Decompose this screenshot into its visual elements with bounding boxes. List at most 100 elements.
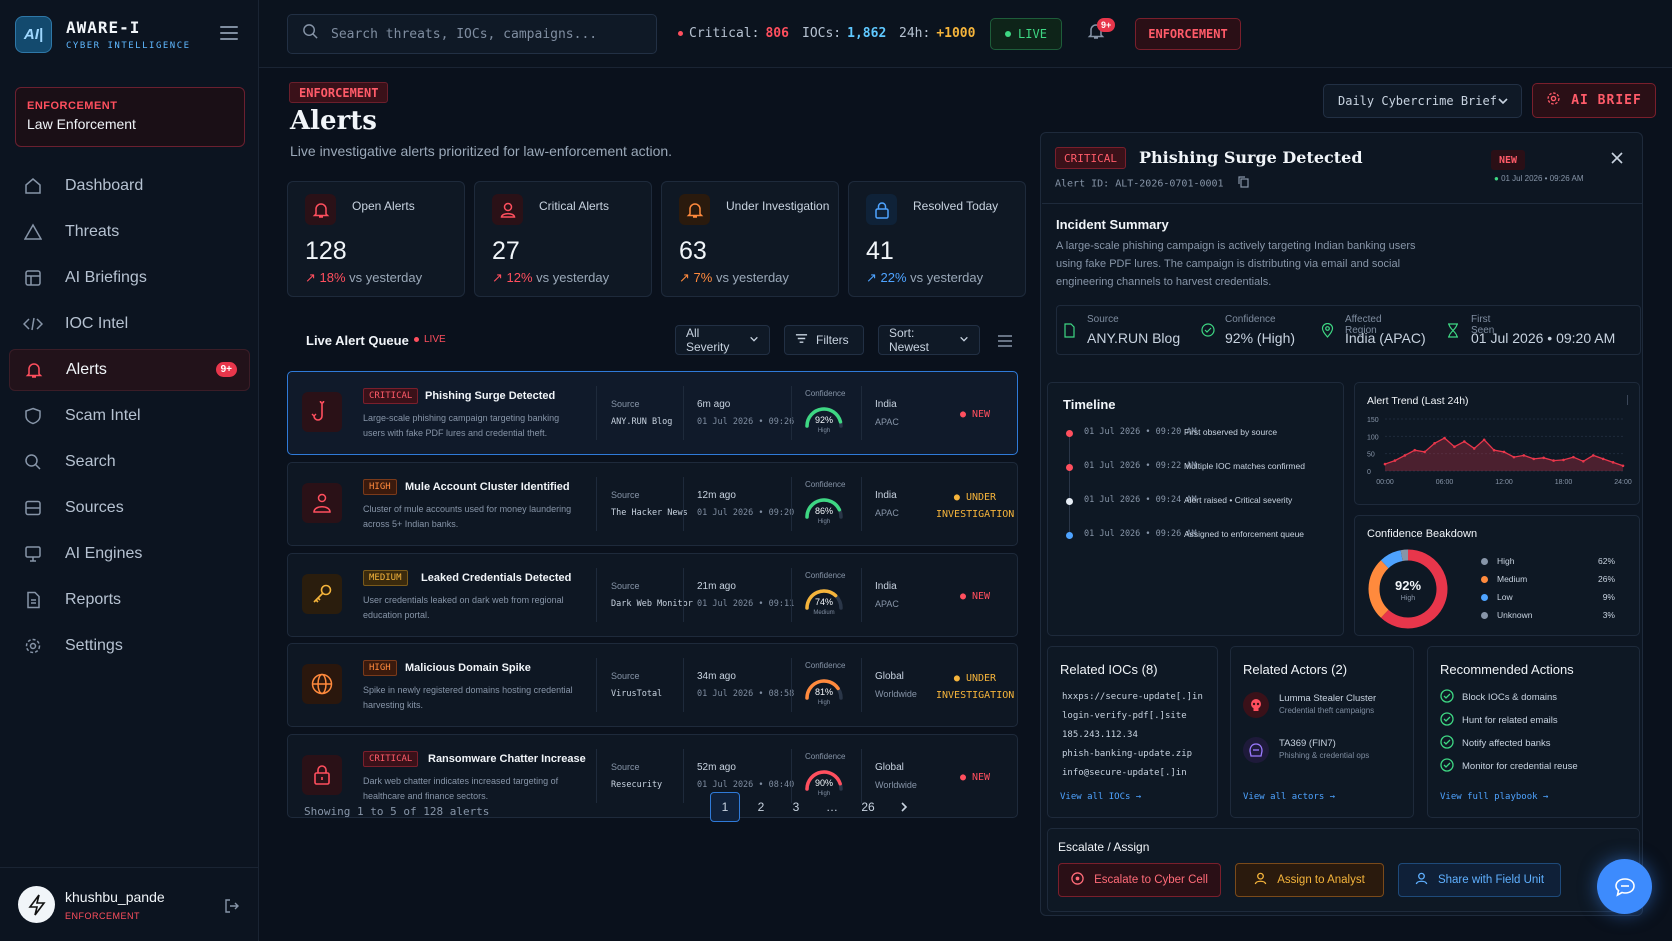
ioc-item[interactable]: hxxps://secure-update[.]in bbox=[1062, 692, 1203, 702]
user-profile[interactable]: khushbu_pande ENFORCEMENT bbox=[0, 867, 259, 941]
ai-brief-button[interactable]: AI BRIEF bbox=[1532, 83, 1656, 118]
search-input[interactable] bbox=[331, 26, 631, 42]
close-icon[interactable] bbox=[1609, 150, 1629, 170]
view-all-actors-link[interactable]: View all actors → bbox=[1243, 792, 1335, 802]
filters-button[interactable]: Filters bbox=[784, 325, 864, 355]
actor-item[interactable]: Lumma Stealer Cluster Credential theft c… bbox=[1243, 689, 1413, 727]
view-all-iocs-link[interactable]: View all IOCs → bbox=[1060, 792, 1141, 802]
recommended-action[interactable]: Hunt for related emails bbox=[1440, 712, 1558, 729]
hamburger-menu-icon[interactable] bbox=[220, 26, 238, 40]
brand[interactable]: AI| AWARE-I CYBER INTELLIGENCE bbox=[15, 16, 191, 53]
sidebar-item-dashboard[interactable]: Dashboard bbox=[9, 165, 250, 207]
alert-row[interactable]: MEDIUM Leaked Credentials Detected User … bbox=[287, 553, 1018, 637]
severity-filter-select[interactable]: All Severity bbox=[675, 325, 770, 355]
kpi-under-investigation[interactable]: Under Investigation 63 ↗ 7% vs yesterday bbox=[661, 181, 839, 297]
trend-point bbox=[1443, 436, 1446, 440]
logout-icon[interactable] bbox=[224, 898, 240, 919]
time-ago: 21m ago bbox=[697, 581, 736, 592]
search-bar[interactable] bbox=[287, 14, 657, 54]
meta-value: 01 Jul 2026 • 09:20 AM bbox=[1471, 330, 1616, 346]
recommended-action[interactable]: Notify affected banks bbox=[1440, 735, 1551, 752]
sidebar-item-settings[interactable]: Settings bbox=[9, 625, 250, 667]
source-label: Source bbox=[611, 762, 640, 772]
user-icon bbox=[1254, 872, 1267, 888]
sidebar-item-reports[interactable]: Reports bbox=[9, 579, 250, 621]
kpi-resolved-today[interactable]: Resolved Today 41 ↗ 22% vs yesterday bbox=[848, 181, 1026, 297]
region: India bbox=[875, 399, 897, 410]
source-label: Source bbox=[611, 490, 640, 500]
live-indicator[interactable]: LIVE bbox=[990, 18, 1062, 50]
divider bbox=[596, 749, 597, 803]
alert-row[interactable]: HIGH Mule Account Cluster Identified Clu… bbox=[287, 462, 1018, 546]
actor-item[interactable]: TA369 (FIN7) Phishing & credential ops bbox=[1243, 734, 1413, 772]
chevron-down-icon bbox=[959, 333, 969, 347]
lock-icon bbox=[866, 194, 897, 225]
sidebar-item-label: IOC Intel bbox=[65, 315, 129, 332]
users-icon bbox=[302, 483, 342, 523]
kpi-open-alerts[interactable]: Open Alerts 128 ↗ 18% vs yesterday bbox=[287, 181, 465, 297]
bell-icon bbox=[679, 194, 710, 225]
donut-slice bbox=[1380, 550, 1404, 569]
sidebar-item-threats[interactable]: Threats bbox=[9, 211, 250, 253]
ioc-item[interactable]: info@secure-update[.]in bbox=[1062, 768, 1187, 778]
sidebar-item-search[interactable]: Search bbox=[9, 441, 250, 483]
confidence-breakdown-card: Confidence Beakdown 92% High High 62% Medi… bbox=[1354, 515, 1640, 636]
sidebar-item-scam-intel[interactable]: Scam Intel bbox=[9, 395, 250, 437]
share-with-field-unit-button[interactable]: Share with Field Unit bbox=[1398, 863, 1561, 897]
kpi-delta: ↗ 12% vs yesterday bbox=[492, 270, 610, 285]
list-view-icon[interactable] bbox=[998, 334, 1012, 352]
sidebar-item-ai-engines[interactable]: AI Engines bbox=[9, 533, 250, 575]
brief-select[interactable]: Daily Cybercrime Brief bbox=[1323, 84, 1522, 118]
page-button-2[interactable]: 2 bbox=[746, 792, 776, 822]
trend-point bbox=[1403, 454, 1407, 457]
legend-item: Medium 26% bbox=[1481, 574, 1615, 584]
page-button-1[interactable]: 1 bbox=[710, 792, 740, 822]
page-button-3[interactable]: 3 bbox=[781, 792, 811, 822]
page-button-26[interactable]: 26 bbox=[853, 792, 883, 822]
assign-to-analyst-button[interactable]: Assign to Analyst bbox=[1235, 863, 1384, 897]
avatar bbox=[18, 886, 55, 923]
sidebar-nav: Dashboard Threats AI Briefings IOC Intel… bbox=[9, 165, 250, 671]
kpi-delta-pct: 12% bbox=[506, 270, 533, 285]
recommended-action[interactable]: Block IOCs & domains bbox=[1440, 689, 1557, 706]
alert-row[interactable]: CRITICAL Phishing Surge Detected Large-s… bbox=[287, 371, 1018, 455]
legend-label: Medium bbox=[1497, 574, 1528, 584]
trend-point bbox=[1393, 459, 1397, 462]
chat-icon[interactable] bbox=[1597, 859, 1652, 914]
trend-point bbox=[1492, 448, 1496, 452]
divider bbox=[791, 477, 792, 531]
recommended-action[interactable]: Monitor for credential reuse bbox=[1440, 758, 1578, 775]
kpi-critical-alerts[interactable]: Critical Alerts 27 ↗ 12% vs yesterday bbox=[474, 181, 652, 297]
role-card[interactable]: ENFORCEMENT Law Enforcement bbox=[15, 87, 245, 147]
trend-point bbox=[1472, 447, 1476, 450]
y-tick-label: 50 bbox=[1367, 452, 1375, 459]
check-circle-icon bbox=[1201, 323, 1215, 342]
related-iocs-title: Related IOCs (8) bbox=[1060, 662, 1158, 677]
sidebar-item-ai-briefings[interactable]: AI Briefings bbox=[9, 257, 250, 299]
severity-badge: MEDIUM bbox=[363, 570, 408, 586]
escalate-card: Escalate / Assign Escalate to Cyber Cell… bbox=[1047, 828, 1640, 912]
incident-summary-title: Incident Summary bbox=[1056, 217, 1169, 232]
sort-select[interactable]: Sort: Newest bbox=[878, 325, 980, 355]
timeline-date: 01 Jul 2026 • 09:26 AM bbox=[1084, 529, 1197, 539]
status-badge: ● NEW bbox=[936, 769, 1014, 786]
sidebar-item-sources[interactable]: Sources bbox=[9, 487, 250, 529]
kpi-value: 63 bbox=[679, 237, 707, 265]
alert-row[interactable]: HIGH Malicious Domain Spike Spike in new… bbox=[287, 643, 1018, 727]
enforcement-button[interactable]: ENFORCEMENT bbox=[1135, 18, 1241, 50]
ioc-item[interactable]: 185.243.112.34 bbox=[1062, 730, 1138, 740]
status-label: NEW bbox=[971, 409, 991, 420]
ioc-item[interactable]: phish-banking-update.zip bbox=[1062, 749, 1192, 759]
sidebar-item-alerts[interactable]: Alerts 9+ bbox=[9, 349, 250, 391]
next-page-chevron-icon[interactable] bbox=[889, 792, 919, 822]
copy-icon[interactable] bbox=[1238, 176, 1249, 191]
gear-icon bbox=[1546, 91, 1561, 110]
sidebar-item-ioc-intel[interactable]: IOC Intel bbox=[9, 303, 250, 345]
alert-trend-title: Alert Trend (Last 24h) bbox=[1367, 395, 1469, 407]
alert-title: Leaked Credentials Detected bbox=[421, 572, 572, 584]
source-label: Source bbox=[611, 581, 640, 591]
view-full-playbook-link[interactable]: View full playbook → bbox=[1440, 792, 1548, 802]
escalate-to-cyber-cell-button[interactable]: Escalate to Cyber Cell bbox=[1058, 863, 1221, 897]
ioc-item[interactable]: login-verify-pdf[.]site bbox=[1062, 711, 1187, 721]
action-label: Block IOCs & domains bbox=[1462, 692, 1558, 703]
